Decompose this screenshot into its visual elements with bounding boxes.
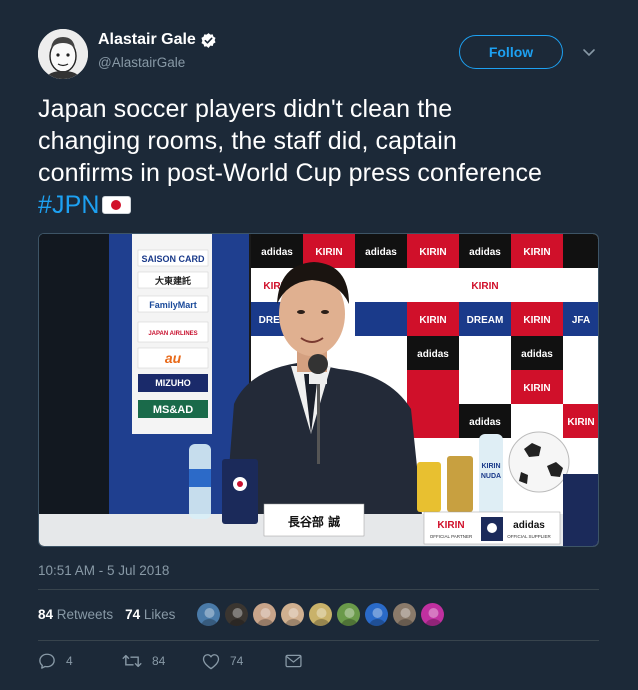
sponsor-label: adidas <box>365 247 397 258</box>
sponsor-label: FamilyMart <box>149 300 197 310</box>
retweets-count: 84 <box>38 607 54 622</box>
follow-button[interactable]: Follow <box>459 35 563 69</box>
liker-avatar-6[interactable] <box>336 602 361 627</box>
banner-sub: OFFICIAL SUPPLIER <box>507 534 551 539</box>
sponsor-label: au <box>165 350 182 366</box>
liker-avatar-1[interactable] <box>196 602 221 627</box>
tweet-text-line: changing rooms, the staff did, captain <box>38 127 457 155</box>
retweet-icon <box>122 652 142 670</box>
action-bar: 4 84 74 <box>38 652 302 670</box>
liker-avatar-5[interactable] <box>308 602 333 627</box>
tweet-card: Alastair Gale @AlastairGale Follow Japan… <box>0 0 638 690</box>
banner-label: KIRIN <box>437 520 464 531</box>
sponsor-label: adidas <box>417 349 449 360</box>
author-block: Alastair Gale @AlastairGale <box>98 31 217 70</box>
bottle-label: KIRIN <box>481 463 500 470</box>
display-name[interactable]: Alastair Gale <box>98 31 196 49</box>
avatar[interactable] <box>38 29 88 79</box>
sponsor-label: JAPAN AIRLINES <box>148 331 197 337</box>
liker-avatar-2[interactable] <box>224 602 249 627</box>
direct-message-button[interactable] <box>285 654 302 668</box>
japan-flag-icon <box>101 196 131 214</box>
tweet-photo[interactable]: SAISON CARD 大東建託 FamilyMart JAPAN AIRLIN… <box>38 233 599 547</box>
banner-sub: OFFICIAL PARTNER <box>430 534 473 539</box>
sponsor-label: DREAM <box>467 315 504 326</box>
tweet-text-line: Japan soccer players didn't clean the <box>38 95 453 123</box>
banner-label: adidas <box>513 520 545 531</box>
sponsor-label: 大東建託 <box>155 275 191 286</box>
tweet-text-line: confirms in post-World Cup press confere… <box>38 159 543 187</box>
sponsor-label: adidas <box>469 247 501 258</box>
sponsor-label: KIRIN <box>419 315 446 326</box>
timestamp[interactable]: 10:51 AM - 5 Jul 2018 <box>38 563 169 578</box>
retweet-count: 84 <box>152 654 166 668</box>
tweet-text-line: #JPN <box>38 189 608 221</box>
divider <box>38 589 599 590</box>
sponsor-label: adidas <box>521 349 553 360</box>
hashtag-link[interactable]: #JPN <box>38 191 100 219</box>
sponsor-label: adidas <box>261 247 293 258</box>
heart-icon <box>202 653 220 670</box>
likes-stat[interactable]: 74 Likes <box>125 607 175 622</box>
bottle-label: NUDA <box>481 473 501 480</box>
sponsor-label: SAISON CARD <box>141 254 205 264</box>
sponsor-label: KIRIN <box>471 281 498 292</box>
likes-count: 74 <box>125 607 141 622</box>
sponsor-label: JFA <box>572 315 590 326</box>
verified-badge-icon <box>200 32 217 49</box>
sponsor-label: KIRIN <box>523 247 550 258</box>
reply-icon <box>38 652 56 670</box>
liker-avatar-3[interactable] <box>252 602 277 627</box>
nameplate-text: 長谷部 誠 <box>288 514 340 529</box>
sponsor-label: MS&AD <box>153 404 193 416</box>
retweets-label: Retweets <box>56 607 114 622</box>
sponsor-label: KIRIN <box>567 417 594 428</box>
handle[interactable]: @AlastairGale <box>98 55 217 70</box>
liker-avatar-4[interactable] <box>280 602 305 627</box>
sponsor-label: adidas <box>469 417 501 428</box>
liker-avatar-7[interactable] <box>364 602 389 627</box>
retweet-button[interactable]: 84 <box>122 652 202 670</box>
retweets-stat[interactable]: 84 Retweets <box>38 607 113 622</box>
press-conference-photo: SAISON CARD 大東建託 FamilyMart JAPAN AIRLIN… <box>39 234 598 546</box>
tweet-text: Japan soccer players didn't clean the ch… <box>38 93 608 221</box>
reply-count: 4 <box>66 654 73 668</box>
sponsor-label: KIRIN <box>523 383 550 394</box>
engagement-stats: 84 Retweets 74 Likes <box>38 607 187 622</box>
divider <box>38 640 599 641</box>
likes-label: Likes <box>143 607 176 622</box>
author-name-row[interactable]: Alastair Gale <box>98 31 217 49</box>
sponsor-label: KIRIN <box>523 315 550 326</box>
liker-avatars <box>196 602 448 627</box>
sponsor-label: KIRIN <box>419 247 446 258</box>
liker-avatar-8[interactable] <box>392 602 417 627</box>
envelope-icon <box>285 654 302 668</box>
like-count: 74 <box>230 654 244 668</box>
sponsor-label: MIZUHO <box>155 378 191 388</box>
like-button[interactable]: 74 <box>202 653 285 670</box>
reply-button[interactable]: 4 <box>38 652 122 670</box>
liker-avatar-9[interactable] <box>420 602 445 627</box>
sponsor-label: KIRIN <box>315 247 342 258</box>
chevron-down-icon[interactable] <box>582 45 596 57</box>
